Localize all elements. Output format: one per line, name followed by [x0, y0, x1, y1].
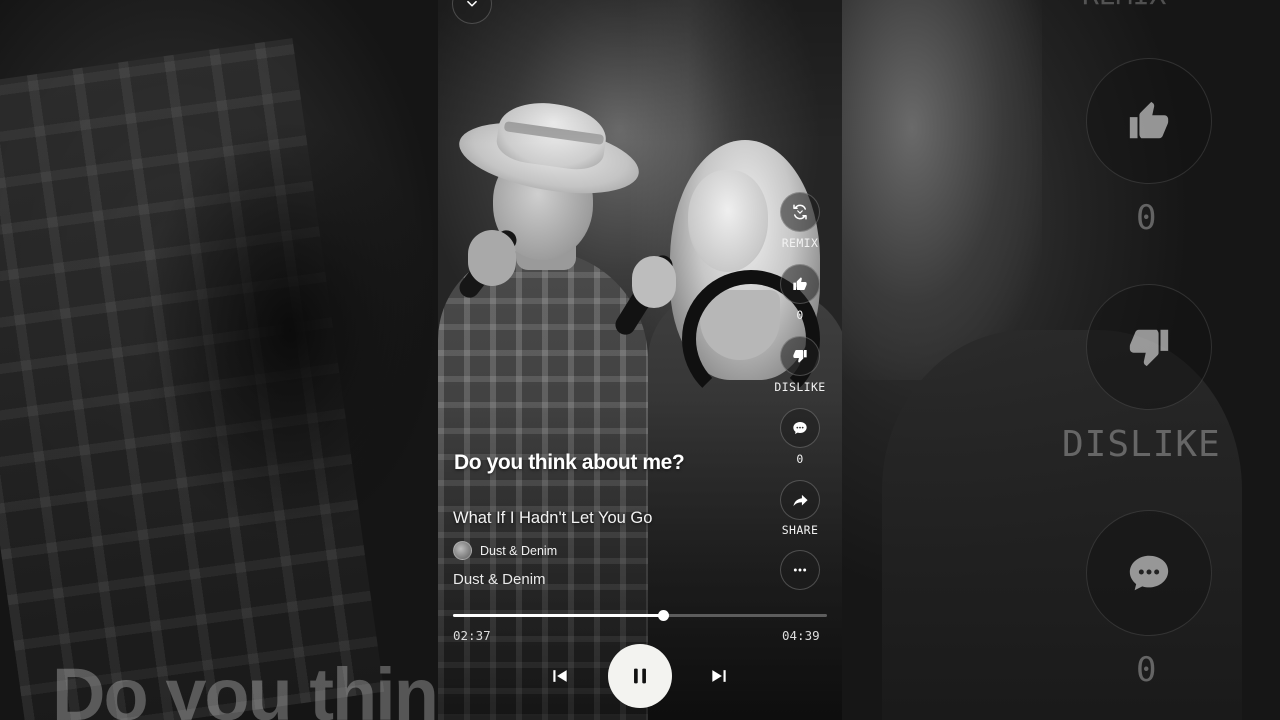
dislike-button[interactable] [780, 336, 820, 376]
pause-icon [634, 668, 646, 684]
remix-icon [793, 204, 807, 220]
more-options-button[interactable] [780, 550, 820, 590]
total-time: 04:39 [782, 628, 820, 643]
artist-avatar [453, 541, 472, 560]
comment-icon [1129, 555, 1169, 591]
dislike-label: DISLIKE [774, 380, 826, 394]
background-left-panel: Do you thin [0, 0, 438, 720]
song-title[interactable]: What If I Hadn't Let You Go [453, 509, 652, 528]
next-track-button[interactable] [706, 663, 732, 689]
chevron-down-icon [467, 0, 477, 7]
background-like-count: 0 [1136, 198, 1157, 238]
background-dislike-circle [1086, 284, 1212, 410]
like-button[interactable] [780, 264, 820, 304]
skip-next-icon [712, 670, 726, 682]
comment-count: 0 [796, 452, 804, 466]
background-shadow [140, 120, 438, 540]
share-button[interactable] [780, 480, 820, 520]
background-comment-count: 0 [1136, 650, 1157, 690]
comment-button[interactable] [780, 408, 820, 448]
skip-previous-icon [553, 670, 567, 682]
thumbs-up-icon [793, 277, 807, 290]
album-name[interactable]: Dust & Denim [453, 571, 546, 588]
elapsed-time: 02:37 [453, 628, 491, 643]
progress-bar[interactable] [453, 610, 827, 621]
progress-fill [453, 614, 664, 617]
comment-icon [793, 422, 807, 434]
thumbs-up-icon [1129, 101, 1169, 139]
thumbs-down-icon [1129, 329, 1169, 367]
thumbs-down-icon [793, 350, 807, 363]
background-lyric-text: Do you thin [52, 653, 438, 720]
background-remix-label: REMIX [1082, 0, 1166, 11]
previous-track-button[interactable] [547, 663, 573, 689]
artist-row[interactable]: Dust & Denim [453, 541, 557, 560]
more-icon [793, 568, 807, 572]
share-icon [792, 494, 808, 506]
share-label: SHARE [781, 523, 819, 537]
player-panel: REMIX 0 DISLIKE 0 SHARE Do you think abo… [438, 0, 842, 720]
background-right-panel: REMIX 0 DISLIKE 0 [842, 0, 1280, 720]
background-hair [842, 0, 1042, 380]
background-comment-circle [1086, 510, 1212, 636]
remix-label: REMIX [781, 236, 819, 250]
remix-button[interactable] [780, 192, 820, 232]
background-like-circle [1086, 58, 1212, 184]
artist-name[interactable]: Dust & Denim [480, 544, 557, 558]
like-count: 0 [796, 308, 804, 322]
background-dislike-label: DISLIKE [1062, 424, 1221, 465]
pause-button[interactable] [608, 644, 672, 708]
current-lyric-line: Do you think about me? [454, 451, 685, 474]
